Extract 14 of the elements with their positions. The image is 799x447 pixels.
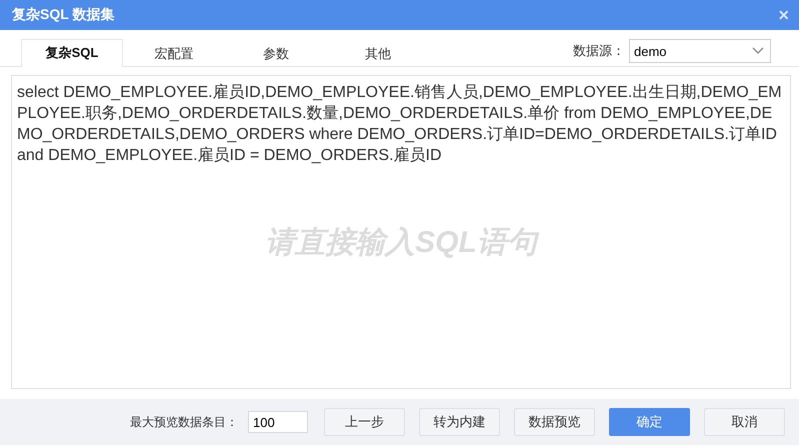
max-rows-label: 最大预览数据条目： <box>130 414 238 430</box>
tab[interactable]: 复杂SQL <box>21 39 123 67</box>
dialog-button[interactable]: 上一步 <box>324 408 405 436</box>
datasource-dropdown[interactable]: demo <box>629 39 771 63</box>
tab[interactable]: 其他 <box>327 40 429 67</box>
max-rows-input[interactable]: 100 <box>248 411 308 433</box>
dialog-button[interactable]: 转为内建 <box>419 408 500 436</box>
tab[interactable]: 宏配置 <box>123 40 225 67</box>
window-title: 复杂SQL 数据集 <box>12 6 114 24</box>
tab[interactable]: 参数 <box>225 40 327 67</box>
dialog-button[interactable]: 取消 <box>704 408 785 436</box>
dialog-button[interactable]: 数据预览 <box>514 408 595 436</box>
datasource-label: 数据源： <box>573 42 625 60</box>
chevron-down-icon <box>752 47 764 55</box>
